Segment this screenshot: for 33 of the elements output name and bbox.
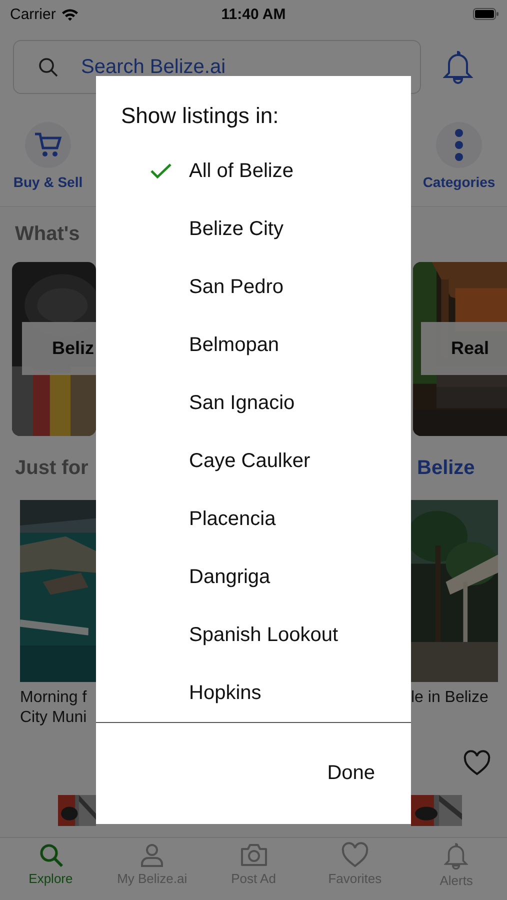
search-icon <box>38 842 64 868</box>
more-icon <box>454 128 464 162</box>
done-button[interactable]: Done <box>327 762 375 785</box>
camera-icon <box>238 842 269 868</box>
featured-card[interactable]: Real <box>413 262 507 436</box>
section-title: What's <box>14 223 81 246</box>
location-option[interactable]: Belmopan <box>96 316 411 374</box>
location-option[interactable]: Placencia <box>96 490 411 548</box>
bell-icon <box>444 842 468 870</box>
dialog-title: Show listings in: <box>120 102 280 130</box>
search-icon <box>38 57 58 77</box>
listing-title: le in Belize <box>411 688 490 708</box>
location-option[interactable]: Dangriga <box>96 548 411 606</box>
location-option[interactable]: All of Belize <box>96 142 411 200</box>
status-time: 11:40 AM <box>221 6 286 22</box>
location-option[interactable]: San Pedro <box>96 258 411 316</box>
featured-card[interactable]: Beliz <box>12 262 96 436</box>
person-icon <box>140 842 164 868</box>
battery-icon <box>473 8 499 20</box>
carrier-name: Carrier <box>10 6 56 22</box>
section-title: Just for <box>14 456 90 480</box>
location-option[interactable]: Belize City <box>96 200 411 258</box>
location-option[interactable]: Spanish Lookout <box>96 606 411 664</box>
heart-icon <box>340 842 370 868</box>
wifi-icon <box>60 8 79 20</box>
location-option[interactable]: San Ignacio <box>96 374 411 432</box>
listing-title: Morning f City Muni <box>19 688 88 728</box>
card-title: Beliz <box>22 322 96 375</box>
card-title: Real <box>421 322 507 375</box>
location-option[interactable]: Hopkins <box>96 664 411 722</box>
bell-icon[interactable] <box>443 50 473 84</box>
heart-icon[interactable] <box>463 750 491 776</box>
location-option[interactable]: Caye Caulker <box>96 432 411 490</box>
